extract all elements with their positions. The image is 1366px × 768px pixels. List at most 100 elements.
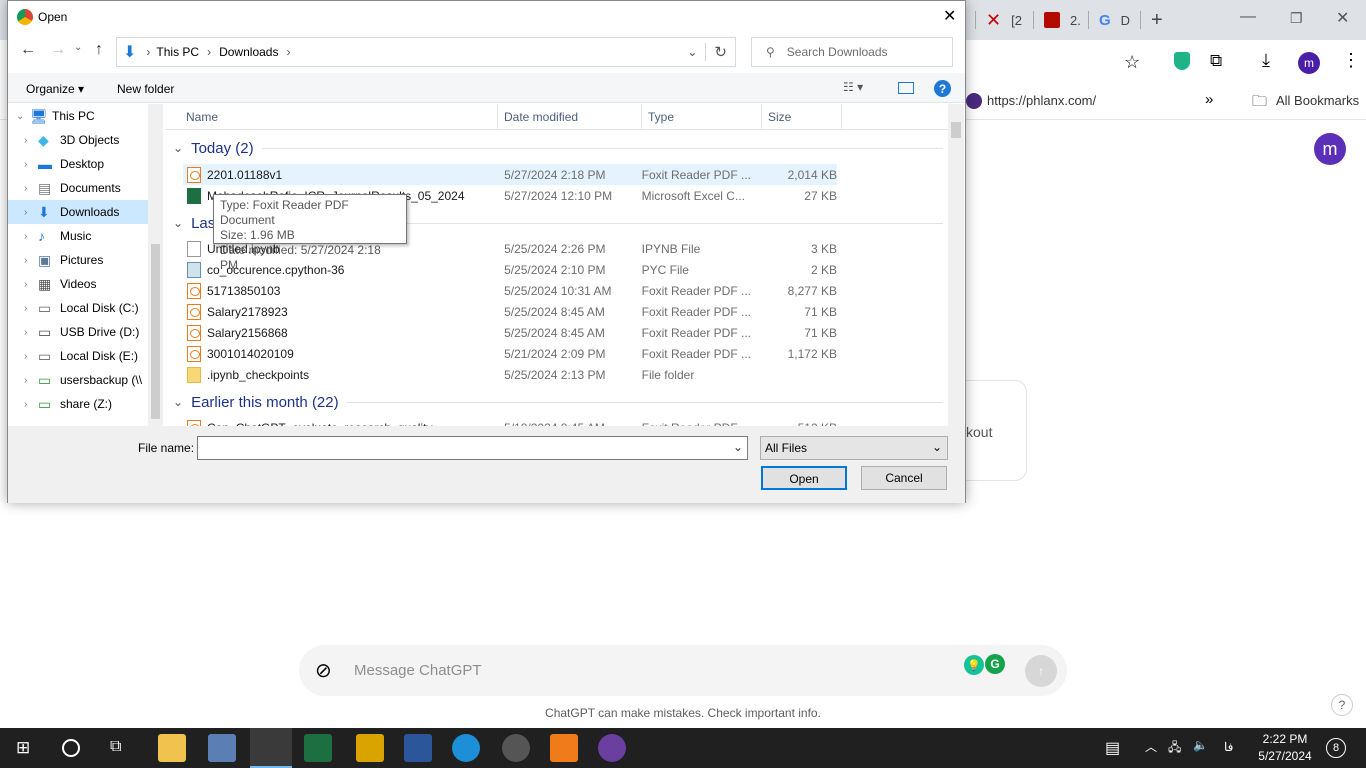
close-window-icon[interactable]: ✕ <box>1336 8 1349 28</box>
volume-icon[interactable]: 🔈 <box>1193 738 1208 752</box>
chevron-right-icon[interactable]: › <box>24 279 38 290</box>
message-composer[interactable]: ⊘ Message ChatGPT 💡 G ↑ <box>299 645 1067 696</box>
new-tab-button[interactable]: + <box>1140 9 1163 31</box>
search-input[interactable]: Search Downloads <box>787 45 888 59</box>
close-dialog-icon[interactable]: ✕ <box>943 6 956 26</box>
extensions-icon[interactable]: ⧉ <box>1210 51 1222 71</box>
chevron-down-icon[interactable]: ⌄ <box>173 216 183 230</box>
vpn-extension-icon[interactable] <box>1174 52 1190 70</box>
app-icon[interactable] <box>356 734 384 762</box>
tree-item[interactable]: › ▭ usersbackup (\\ <box>8 368 148 392</box>
organize-button[interactable]: Organize ▾ <box>26 82 84 96</box>
browser-tab[interactable]: 2. <box>1033 10 1081 30</box>
chevron-right-icon[interactable]: › <box>24 375 38 386</box>
notifications-badge[interactable]: 8 <box>1326 738 1346 758</box>
preview-pane-icon[interactable] <box>898 82 914 94</box>
tree-item[interactable]: › ▬ Desktop <box>8 152 148 176</box>
news-icon[interactable]: ▤ <box>1105 738 1120 758</box>
group-header[interactable]: ⌄ Earlier this month (22) <box>173 391 943 413</box>
tree-item[interactable]: › ▤ Documents <box>8 176 148 200</box>
new-folder-button[interactable]: New folder <box>117 82 174 96</box>
open-button[interactable]: Open <box>761 466 847 490</box>
chevron-right-icon[interactable]: › <box>24 303 38 314</box>
file-row[interactable]: Salary2178923 5/25/2024 8:45 AM Foxit Read… <box>183 301 837 322</box>
network-icon[interactable]: 🖧 <box>1168 738 1181 759</box>
file-row[interactable]: 3001014020109 5/21/2024 2:09 PM Foxit Read… <box>183 343 837 364</box>
up-icon[interactable]: ↑ <box>95 41 103 59</box>
clock[interactable]: 2:22 PM 5/27/2024 <box>1250 732 1320 763</box>
file-row[interactable]: .ipynb_checkpoints 5/25/2024 2:13 PM File … <box>183 364 837 385</box>
file-row[interactable]: 2201.01188v1 5/27/2024 2:18 PM Foxit Reade… <box>183 164 837 185</box>
word-icon[interactable] <box>404 734 432 762</box>
message-input[interactable]: Message ChatGPT <box>354 662 482 679</box>
chevron-right-icon[interactable]: › <box>24 159 38 170</box>
help-icon[interactable]: ? <box>934 80 951 97</box>
edge-icon[interactable] <box>452 734 480 762</box>
p-app-icon[interactable] <box>502 734 530 762</box>
chevron-right-icon[interactable]: › <box>24 327 38 338</box>
chevron-right-icon[interactable]: › <box>24 231 38 242</box>
tree-item[interactable]: › ▣ Pictures <box>8 248 148 272</box>
browser-tab[interactable]: ✕ [2 <box>975 10 1022 30</box>
column-date-modified[interactable]: Date modified <box>498 104 642 130</box>
forward-icon[interactable]: → <box>50 41 66 59</box>
search-icon[interactable] <box>62 739 80 757</box>
media-player-icon[interactable] <box>598 734 626 762</box>
tree-item[interactable]: › ▦ Videos <box>8 272 148 296</box>
dropdown-chevron-icon[interactable]: ⌄ <box>679 45 705 59</box>
chevron-down-icon[interactable]: ⌄ <box>173 395 183 409</box>
breadcrumb-this-pc[interactable]: This PC <box>156 45 199 59</box>
language-indicator[interactable]: فا <box>1224 740 1233 754</box>
excel-icon[interactable] <box>304 734 332 762</box>
chevron-right-icon[interactable]: › <box>24 207 38 218</box>
menu-icon[interactable]: ⋮ <box>1342 50 1360 71</box>
chevron-down-icon[interactable]: ⌄ <box>173 141 183 155</box>
chevron-right-icon[interactable]: › <box>24 183 38 194</box>
tree-item[interactable]: › ♪ Music <box>8 224 148 248</box>
file-row[interactable]: Salary2156868 5/25/2024 8:45 AM Foxit Read… <box>183 322 837 343</box>
chevron-right-icon[interactable]: › <box>24 399 38 410</box>
star-icon[interactable]: ☆ <box>1124 52 1140 73</box>
view-options-icon[interactable]: ☷ ▾ <box>843 80 863 94</box>
task-view-icon[interactable]: ⧉ <box>110 738 121 756</box>
cancel-button[interactable]: Cancel <box>861 466 947 490</box>
back-icon[interactable]: ← <box>20 41 36 59</box>
grammarly-bulb-icon[interactable]: 💡 <box>964 655 984 675</box>
tree-item[interactable]: › ▭ share (Z:) <box>8 392 148 416</box>
foxit-icon[interactable] <box>550 734 578 762</box>
user-avatar[interactable]: m <box>1314 133 1346 165</box>
chevron-right-icon[interactable]: › <box>24 351 38 362</box>
tree-item[interactable]: › ▭ Local Disk (E:) <box>8 344 148 368</box>
tree-item[interactable]: › ◆ 3D Objects <box>8 128 148 152</box>
bookmark-phlanx[interactable]: https://phlanx.com/ <box>987 93 1096 108</box>
all-bookmarks[interactable]: All Bookmarks <box>1276 93 1359 108</box>
attach-icon[interactable]: ⊘ <box>315 658 332 683</box>
file-name-input[interactable]: ⌄ <box>197 436 748 460</box>
search-box[interactable]: ⚲ Search Downloads <box>751 37 953 67</box>
restore-icon[interactable]: ❐ <box>1290 10 1303 27</box>
download-icon[interactable]: ⤓ <box>1262 50 1270 71</box>
remote-app-icon[interactable] <box>208 734 236 762</box>
tree-item[interactable]: › ▭ Local Disk (C:) <box>8 296 148 320</box>
file-explorer-icon[interactable] <box>158 734 186 762</box>
chrome-taskbar-icon[interactable] <box>250 728 292 768</box>
refresh-icon[interactable]: ↻ <box>705 43 735 61</box>
more-bookmarks-icon[interactable]: » <box>1205 91 1213 108</box>
minimize-icon[interactable]: — <box>1240 8 1256 26</box>
column-size[interactable]: Size <box>762 104 842 130</box>
column-type[interactable]: Type <box>642 104 762 130</box>
profile-avatar[interactable]: m <box>1298 52 1320 74</box>
chevron-down-icon[interactable]: ⌄ <box>16 111 30 122</box>
address-breadcrumb[interactable]: ⬇ › This PC › Downloads › ⌄ ↻ <box>116 37 736 67</box>
tree-item[interactable]: ⌄ 🖥 This PC <box>8 104 148 128</box>
column-name[interactable]: Name <box>180 104 498 130</box>
tray-chevron-icon[interactable]: ︿ <box>1145 738 1157 755</box>
windows-start-icon[interactable]: ⊞ <box>16 738 30 758</box>
nav-pane-scrollbar[interactable] <box>148 104 163 426</box>
chevron-down-icon[interactable]: ⌄ <box>733 440 743 454</box>
breadcrumb-downloads[interactable]: Downloads <box>219 45 278 59</box>
tree-item[interactable]: › ▭ USB Drive (D:) <box>8 320 148 344</box>
chevron-right-icon[interactable]: › <box>24 135 38 146</box>
send-button[interactable]: ↑ <box>1025 655 1057 687</box>
file-row[interactable]: Can_ChatGPT_evaluate_research_quality5/1… <box>183 417 837 426</box>
